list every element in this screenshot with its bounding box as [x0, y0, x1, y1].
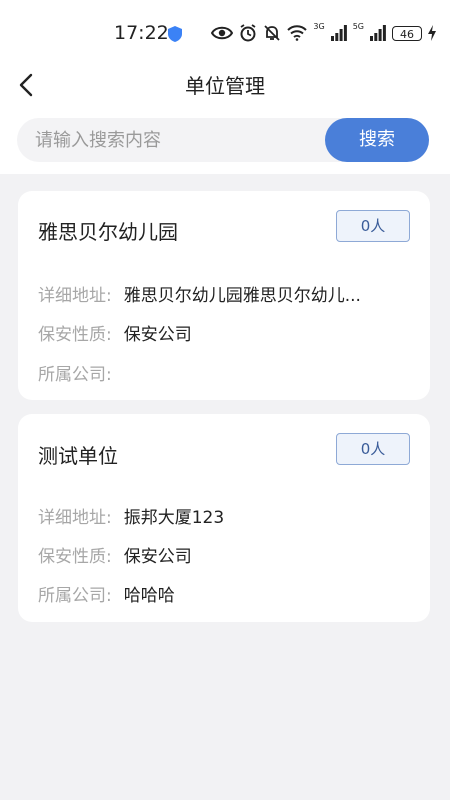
company-row: 所属公司: — [38, 360, 124, 385]
address-row: 详细地址: 雅思贝尔幼儿园雅思贝尔幼儿... — [38, 281, 361, 306]
security-value: 保安公司 — [123, 547, 192, 567]
bell-mute-icon — [264, 25, 281, 41]
security-row: 保安性质: 保安公司 — [38, 320, 192, 345]
address-label: 详细地址: — [38, 286, 112, 306]
status-bar: 17:22 3G 5G 46 — [0, 0, 450, 66]
address-value: 振邦大厦123 — [123, 508, 225, 528]
network-5g-label: 5G — [352, 22, 364, 31]
unit-card[interactable]: 测试单位 0人 详细地址: 振邦大厦123 保安性质: 保安公司 所属公司: 哈哈哈 — [18, 414, 430, 622]
security-value: 保安公司 — [123, 325, 192, 345]
shield-icon — [168, 26, 182, 42]
page-title: 单位管理 — [185, 74, 265, 98]
address-row: 详细地址: 振邦大厦123 — [38, 503, 224, 528]
member-count-badge[interactable]: 0人 — [336, 433, 410, 465]
search-bar: 搜索 — [17, 118, 429, 162]
eye-icon — [211, 26, 234, 40]
company-label: 所属公司: — [38, 586, 112, 606]
wifi-icon — [287, 25, 308, 41]
search-input[interactable] — [35, 118, 325, 162]
top-area: 17:22 3G 5G 46 单位管理 请输入搜索内容 搜索 — [0, 0, 450, 174]
unit-card[interactable]: 雅思贝尔幼儿园 0人 详细地址: 雅思贝尔幼儿园雅思贝尔幼儿... 保安性质: 保安… — [18, 191, 430, 400]
address-label: 详细地址: — [38, 508, 112, 528]
unit-name: 雅思贝尔幼儿园 — [38, 220, 178, 244]
network-3g-label: 3G — [313, 22, 325, 31]
status-time: 17:22 — [114, 22, 169, 44]
alarm-icon — [240, 24, 256, 42]
security-label: 保安性质: — [38, 547, 112, 567]
charging-icon — [428, 25, 436, 41]
battery-indicator: 46 — [392, 25, 422, 41]
company-row: 所属公司: 哈哈哈 — [38, 581, 175, 606]
unit-name: 测试单位 — [38, 444, 118, 468]
search-button[interactable]: 搜索 — [325, 118, 429, 162]
company-label: 所属公司: — [38, 365, 112, 385]
address-value: 雅思贝尔幼儿园雅思贝尔幼儿... — [123, 286, 361, 306]
security-row: 保安性质: 保安公司 — [38, 542, 192, 567]
security-label: 保安性质: — [38, 325, 112, 345]
signal-icon-2 — [370, 25, 386, 41]
member-count-badge[interactable]: 0人 — [336, 210, 410, 242]
status-icons: 3G 5G 46 — [211, 22, 436, 44]
company-value: 哈哈哈 — [123, 586, 175, 606]
signal-icon — [330, 25, 347, 41]
